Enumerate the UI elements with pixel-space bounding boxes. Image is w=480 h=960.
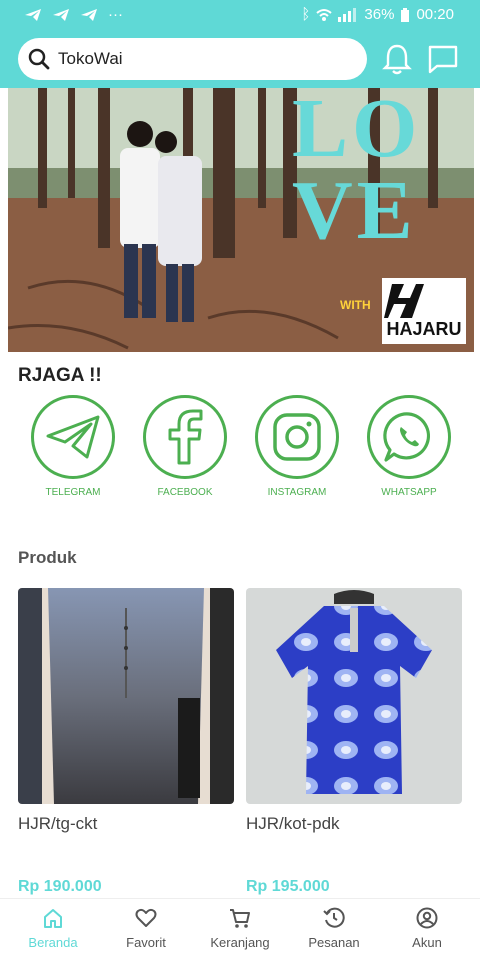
telegram-icon — [25, 8, 41, 21]
nav-label: Pesanan — [308, 935, 360, 950]
bell-icon[interactable] — [380, 42, 414, 76]
brand-name: HAJARU — [386, 319, 462, 339]
social-label: WHATSAPP — [381, 487, 437, 498]
social-section-title: RJAGA !! — [18, 365, 102, 386]
product-name: HJR/tg-ckt — [18, 814, 98, 833]
social-links: TELEGRAM FACEBOOK INSTAGRAM WHATSAPP — [0, 395, 480, 505]
social-instagram[interactable]: INSTAGRAM — [242, 395, 352, 498]
nav-label: Beranda — [28, 935, 78, 950]
cart-icon — [230, 909, 250, 928]
social-facebook[interactable]: FACEBOOK — [130, 395, 240, 498]
brand-logo: HAJARU — [382, 278, 466, 344]
clock: 00:20 — [416, 6, 454, 23]
headline-line-2: VE — [292, 164, 417, 257]
product-image[interactable] — [246, 588, 462, 804]
status-bar: ··· ᛒ 36% 00:20 — [0, 0, 480, 30]
battery-level: 36% — [364, 6, 395, 23]
product-image[interactable] — [18, 588, 234, 804]
product-card[interactable]: HJR/kot-pdk Rp 195.000 — [246, 588, 464, 895]
search-icon — [28, 48, 50, 70]
nav-label: Akun — [412, 935, 442, 950]
telegram-icon — [46, 415, 100, 459]
social-label: FACEBOOK — [157, 487, 213, 498]
history-icon — [323, 907, 345, 928]
nav-label: Favorit — [126, 935, 166, 950]
social-label: TELEGRAM — [45, 487, 101, 498]
bluetooth-icon: ᛒ — [301, 6, 311, 23]
nav-favorit[interactable]: Favorit — [98, 907, 194, 950]
social-whatsapp[interactable]: WHATSAPP — [354, 395, 464, 498]
product-name: HJR/kot-pdk — [246, 814, 340, 833]
product-photo-shirt-blue — [246, 588, 462, 804]
product-price: Rp 195.000 — [246, 878, 330, 895]
telegram-icon — [81, 8, 97, 21]
headline-line-1: LO — [292, 88, 422, 175]
nav-label: Keranjang — [210, 935, 270, 950]
search-input[interactable]: TokoWai — [58, 49, 123, 69]
banner-with-label: WITH — [340, 298, 371, 312]
app-header: ··· ᛒ 36% 00:20 TokoWai — [0, 0, 480, 88]
instagram-icon — [273, 413, 321, 461]
nav-keranjang[interactable]: Keranjang — [192, 907, 288, 950]
signal-icon — [338, 7, 357, 22]
more-icon: ··· — [108, 6, 123, 23]
telegram-icon — [53, 8, 69, 21]
brand-mark-icon — [384, 284, 424, 318]
product-section-title: Produk — [18, 548, 77, 567]
product-photo-shirt-gray — [18, 588, 234, 804]
bottom-navigation: Beranda Favorit Keranjang Pesanan Akun — [0, 898, 480, 960]
wifi-icon — [316, 8, 333, 21]
whatsapp-icon — [383, 412, 430, 462]
home-icon — [44, 909, 62, 928]
social-telegram[interactable]: TELEGRAM — [18, 395, 128, 498]
heart-icon — [135, 908, 157, 927]
nav-beranda[interactable]: Beranda — [5, 907, 101, 950]
facebook-icon — [168, 409, 203, 465]
search-bar[interactable]: TokoWai — [18, 38, 367, 80]
social-label: INSTAGRAM — [267, 487, 327, 498]
product-price: Rp 190.000 — [18, 878, 102, 895]
product-card[interactable]: HJR/tg-ckt Rp 190.000 — [18, 588, 236, 895]
nav-pesanan[interactable]: Pesanan — [286, 907, 382, 950]
chat-icon[interactable] — [426, 42, 460, 76]
battery-icon — [401, 7, 410, 22]
nav-akun[interactable]: Akun — [379, 907, 475, 950]
promo-banner[interactable]: LO VE WITH HAJARU — [8, 88, 474, 352]
account-icon — [416, 907, 438, 929]
banner-headline: LO VE — [292, 88, 472, 257]
